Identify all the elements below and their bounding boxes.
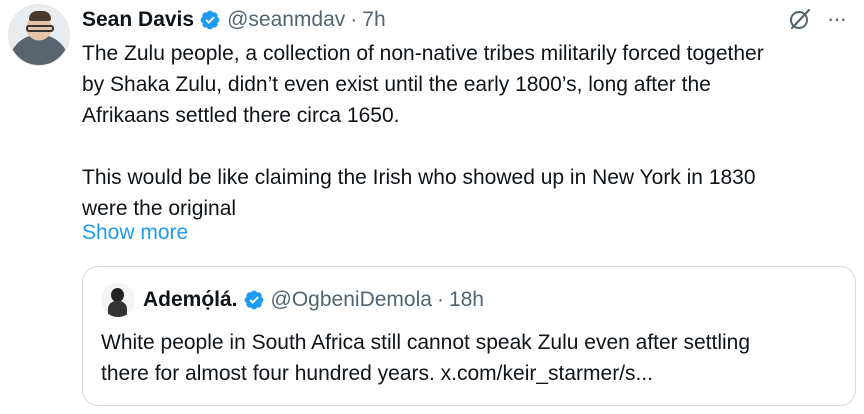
quote-text: White people in South Africa still canno… (101, 327, 841, 389)
quote-timestamp: 18h (448, 288, 484, 311)
tweet-line: This would be like claiming the Irish wh… (82, 166, 756, 189)
author-name[interactable]: Sean Davis (82, 8, 194, 32)
author-handle[interactable]: @seanmdav (227, 8, 345, 32)
tweet-line: The Zulu people, a collection of non-nat… (82, 42, 764, 65)
tweet-header: Sean Davis @seanmdav · 7h (82, 4, 386, 36)
tweet-line: were the original (82, 197, 237, 220)
quote-author-avatar[interactable] (101, 283, 135, 317)
more-icon[interactable]: ··· (827, 8, 847, 30)
verified-badge-icon (243, 289, 265, 311)
avatar-hair (29, 11, 51, 21)
author-avatar[interactable] (8, 4, 70, 66)
separator-dot: · (436, 288, 444, 311)
quote-line: there for almost four hundred years. x.c… (101, 362, 654, 385)
grok-icon[interactable] (787, 6, 813, 32)
quote-author-name[interactable]: Ademọ́lá. (143, 288, 238, 312)
tweet-text: The Zulu people, a collection of non-nat… (82, 38, 852, 224)
quote-line: White people in South Africa still canno… (101, 331, 751, 354)
avatar-glasses (26, 25, 54, 32)
verified-badge-icon[interactable] (199, 9, 221, 31)
quote-author-handle: @OgbeniDemola (270, 288, 432, 311)
tweet-timestamp[interactable]: 7h (362, 8, 385, 32)
tweet-top-actions: ··· (787, 6, 847, 32)
show-more-link[interactable]: Show more (82, 217, 188, 248)
tweet-line: by Shaka Zulu, didn’t even exist until t… (82, 73, 711, 96)
quoted-tweet[interactable]: Ademọ́lá. @OgbeniDemola · 18h White peop… (82, 266, 856, 406)
quote-header: Ademọ́lá. @OgbeniDemola · 18h (101, 283, 484, 317)
separator-dot: · (350, 8, 358, 31)
avatar-body (108, 301, 127, 317)
avatar-head (111, 288, 124, 302)
tweet-line: Afrikaans settled there circa 1650. (82, 104, 400, 127)
